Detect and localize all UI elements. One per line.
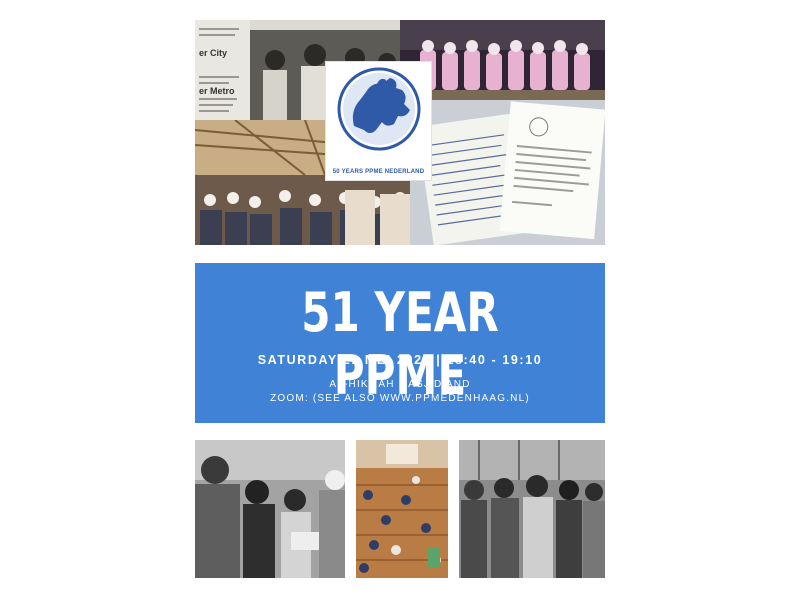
letters-photo: [410, 100, 605, 245]
event-zoom-info: ZOOM: (SEE ALSO WWW.PPMEDENHAAG.NL): [270, 393, 530, 404]
newspaper-headline-2: er Metro: [199, 86, 235, 96]
logo-caption: 50 YEARS PPME NEDERLAND: [332, 169, 425, 175]
ppme-logo-card: 50 YEARS PPME NEDERLAND: [326, 62, 431, 180]
mosque-interior-photo: [356, 440, 448, 578]
europe-globe-icon: [337, 67, 421, 151]
event-banner: 51 YEAR PPME SATURDAY 21 MEI 2022 | 18:4…: [195, 263, 605, 423]
historic-group-photo: [459, 440, 605, 578]
newspaper-headline-1: er City: [199, 48, 228, 58]
event-location: AL-HIKMAH MASJID AND: [329, 379, 471, 390]
event-date: SATURDAY 21 MEI 2022 | 18:40 - 19:10: [257, 353, 543, 367]
historic-photo-left: [195, 440, 345, 578]
